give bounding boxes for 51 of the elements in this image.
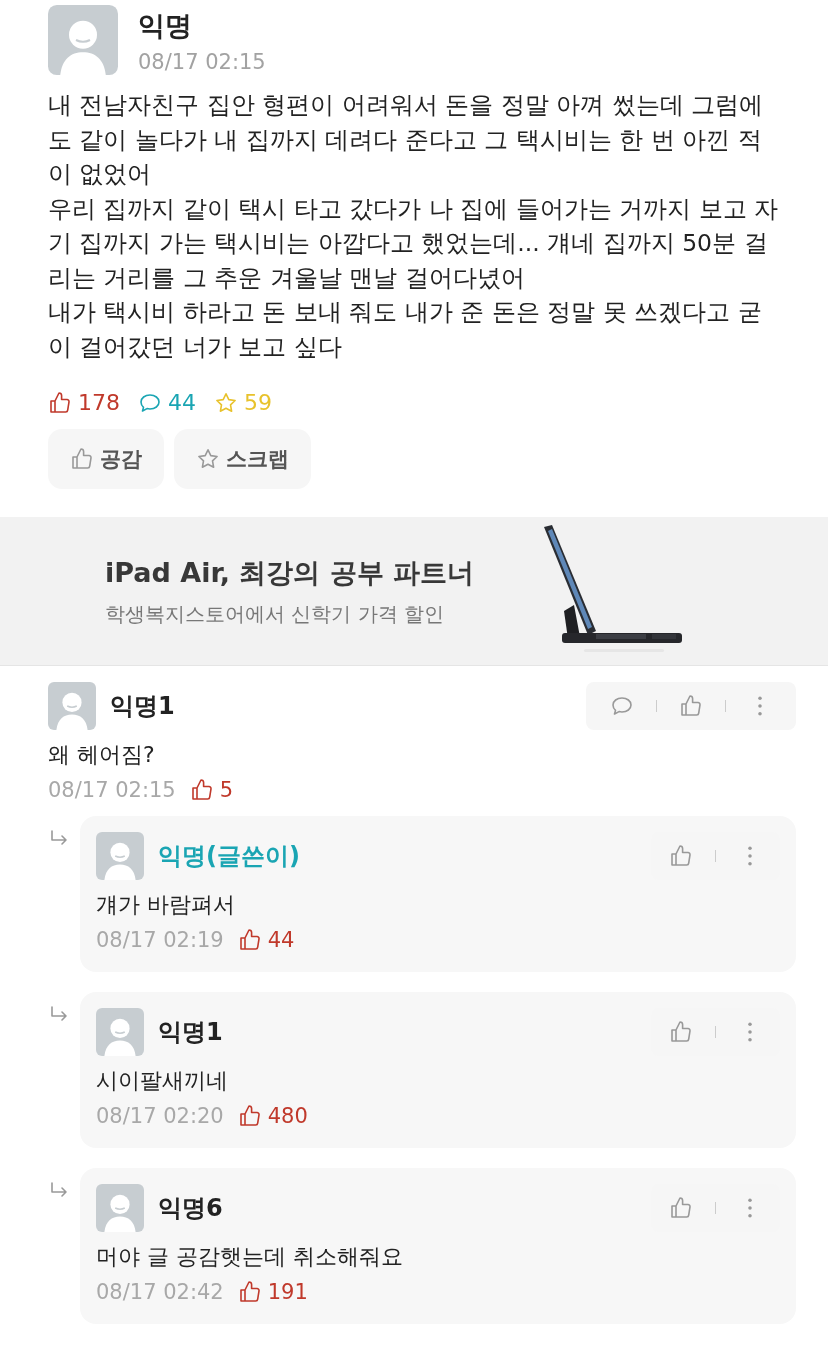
- like-count: 178: [78, 390, 120, 415]
- scrap-count: 59: [244, 390, 272, 415]
- post-text: 내 전남자친구 집안 형편이 어려워서 돈을 정말 아껴 썼는데 그럼에도 같이 놀다가 내 집까지 데려다 준다고 그 택시비는 한 번 아낀 적이 없었어: [48, 90, 765, 190]
- commenter-name: 익명6: [158, 1193, 224, 1224]
- scrap-button[interactable]: 스크랩: [174, 429, 311, 489]
- thumbs-up-icon: [70, 447, 94, 471]
- thumbs-up-icon: [669, 1196, 693, 1220]
- post-text: 내가 택시비 하라고 돈 보내 줘도 내가 준 돈은 정말 못 쓰겠다고 굳이 걸어갔던 너가 보고 싶다: [48, 297, 763, 363]
- comment-time: 08/17 02:15: [48, 778, 176, 802]
- comment-time: 08/17 02:19: [96, 928, 224, 952]
- thumbs-up-icon: [48, 390, 72, 415]
- avatar-icon: [96, 1184, 144, 1232]
- like-count: 5: [219, 778, 234, 802]
- comment-text: 머야 글 공감햇는데 취소해줘요: [96, 1243, 404, 1271]
- ad-title: iPad Air, 최강의 공부 파트너: [105, 555, 475, 590]
- more-icon: [748, 846, 752, 866]
- post-text: 우리 집까지 같이 택시 타고 갔다가 나 집에 들어가는 거까지 보고 자기 집까지 가는 택시비는 아깝다고 했었는데... 걔네 집까지 50분 걸리는 거리를 그 추운 겨울날 맨날 걸어다녔어: [48, 193, 780, 294]
- comment-time: 08/17 02:20: [96, 1104, 224, 1128]
- like-count: 191: [267, 1280, 308, 1304]
- thumbs-up-icon: [237, 1104, 262, 1128]
- star-icon: [214, 390, 238, 415]
- thumbs-up-icon: [679, 694, 703, 718]
- commenter-name: 익명1: [158, 1017, 224, 1048]
- like-count: 480: [267, 1104, 308, 1128]
- thumbs-up-icon: [237, 1280, 262, 1304]
- avatar-icon: [48, 4, 118, 76]
- more-icon: [748, 1022, 752, 1042]
- commenter-name: 익명(글쓴이): [158, 841, 301, 872]
- more-icon: [748, 1198, 752, 1218]
- avatar-icon: [96, 1008, 144, 1056]
- author-name: 익명: [138, 9, 193, 43]
- star-icon: [196, 447, 220, 471]
- speech-bubble-icon: [610, 694, 634, 718]
- avatar-icon: [48, 682, 96, 730]
- like-button[interactable]: 공감: [48, 429, 164, 489]
- avatar-icon: [96, 832, 144, 880]
- post-time: 08/17 02:15: [138, 50, 266, 74]
- comment-text: 걔가 바람펴서: [96, 891, 236, 919]
- ad-banner[interactable]: iPad Air, 최강의 공부 파트너 학생복지스토어에서 신학기 가격 할인: [0, 517, 828, 666]
- like-count: 44: [267, 928, 295, 952]
- comment-text: 왜 헤어짐?: [48, 741, 156, 769]
- ad-subtitle: 학생복지스토어에서 신학기 가격 할인: [105, 600, 446, 628]
- thumbs-up-icon: [669, 1020, 693, 1044]
- comment-text: 시이팔새끼네: [96, 1067, 229, 1095]
- thumbs-up-icon: [237, 928, 262, 952]
- thumbs-up-icon: [189, 778, 214, 802]
- thumbs-up-icon: [669, 844, 693, 868]
- comment-time: 08/17 02:42: [96, 1280, 224, 1304]
- commenter-name: 익명1: [110, 691, 176, 722]
- comment-count: 44: [168, 390, 196, 415]
- more-icon: [758, 696, 762, 716]
